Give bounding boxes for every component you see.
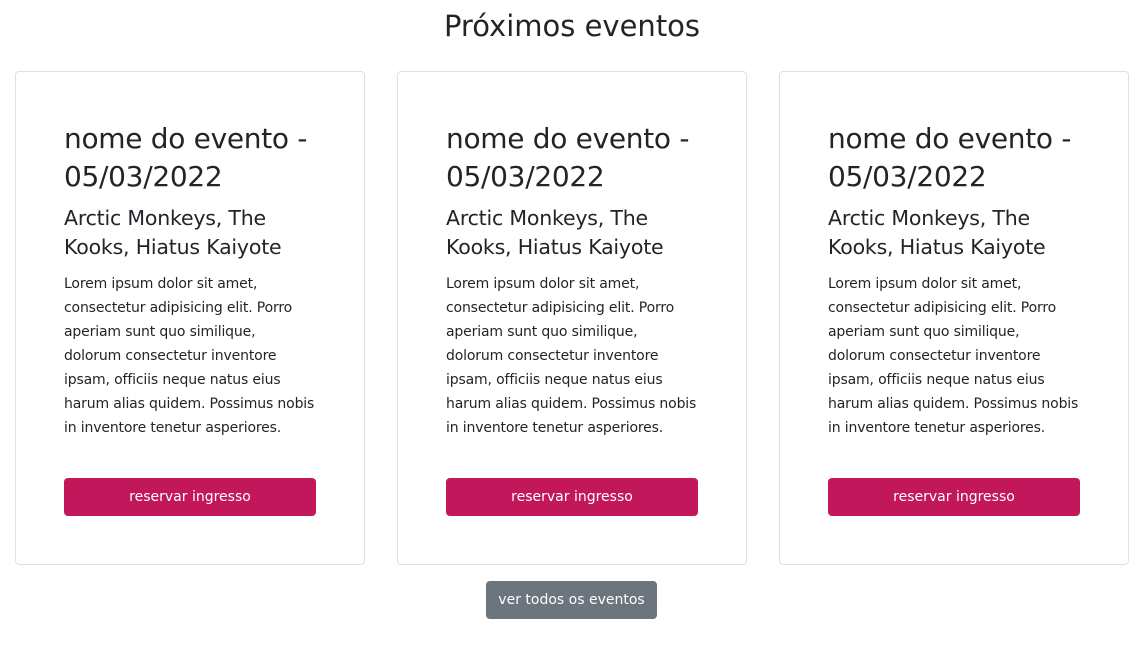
- event-card-body: nome do evento - 05/03/2022 Arctic Monke…: [828, 120, 1080, 516]
- event-card-body: nome do evento - 05/03/2022 Arctic Monke…: [64, 120, 316, 516]
- event-artists: Arctic Monkeys, The Kooks, Hiatus Kaiyot…: [446, 206, 664, 259]
- page-title: Próximos eventos: [443, 9, 701, 43]
- event-card: nome do evento - 05/03/2022 Arctic Monke…: [397, 71, 747, 565]
- view-all-events-button[interactable]: ver todos os eventos: [486, 581, 657, 619]
- event-title: nome do evento - 05/03/2022: [446, 122, 690, 193]
- event-artists: Arctic Monkeys, The Kooks, Hiatus Kaiyot…: [828, 206, 1046, 259]
- event-description: Lorem ipsum dolor sit amet, consectetur …: [64, 276, 315, 436]
- event-card-body: nome do evento - 05/03/2022 Arctic Monke…: [446, 120, 698, 516]
- event-card: nome do evento - 05/03/2022 Arctic Monke…: [15, 71, 365, 565]
- reserve-ticket-button[interactable]: reservar ingresso: [446, 478, 698, 516]
- event-description: Lorem ipsum dolor sit amet, consectetur …: [446, 276, 697, 436]
- event-card: nome do evento - 05/03/2022 Arctic Monke…: [779, 71, 1129, 565]
- reserve-ticket-button[interactable]: reservar ingresso: [828, 478, 1080, 516]
- event-description: Lorem ipsum dolor sit amet, consectetur …: [828, 276, 1079, 436]
- events-grid: nome do evento - 05/03/2022 Arctic Monke…: [15, 71, 1129, 565]
- reserve-ticket-button[interactable]: reservar ingresso: [64, 478, 316, 516]
- event-title: nome do evento - 05/03/2022: [828, 122, 1072, 193]
- event-title: nome do evento - 05/03/2022: [64, 122, 308, 193]
- event-artists: Arctic Monkeys, The Kooks, Hiatus Kaiyot…: [64, 206, 282, 259]
